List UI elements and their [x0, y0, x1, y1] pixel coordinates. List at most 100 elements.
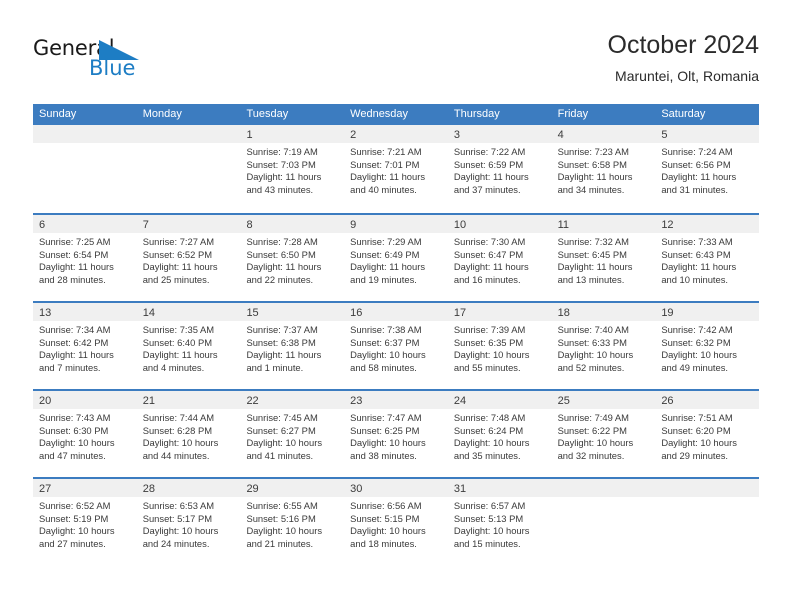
sunset-text: Sunset: 6:38 PM: [246, 336, 316, 348]
weekday-header-row: Sunday Monday Tuesday Wednesday Thursday…: [33, 104, 759, 125]
sunrise-text: Sunrise: 7:33 AM: [661, 236, 733, 247]
day-number-band: 2: [344, 125, 448, 143]
day-details: Sunrise: 6:57 AM Sunset: 5:13 PM Daylight:…: [448, 497, 552, 550]
calendar-day-cell[interactable]: 10 Sunrise: 7:30 AM Sunset: 6:47 PM Dayligh…: [447, 215, 552, 301]
day-number: 12: [661, 219, 674, 231]
calendar-day-cell[interactable]: 31 Sunrise: 6:57 AM Sunset: 5:13 PM Dayligh…: [447, 479, 552, 565]
sunrise-text: Sunrise: 7:49 AM: [557, 412, 629, 423]
daylight-text: Daylight: 10 hours and 24 minutes.: [142, 525, 219, 549]
title-block: October 2024 Maruntei, Olt, Romania: [608, 30, 760, 86]
sunrise-text: Sunrise: 6:52 AM: [39, 500, 111, 511]
calendar-day-cell[interactable]: 11 Sunrise: 7:32 AM Sunset: 6:45 PM Dayligh…: [551, 215, 656, 301]
sunrise-text: Sunrise: 7:23 AM: [557, 146, 629, 157]
calendar-day-cell-empty: [551, 479, 656, 565]
day-number-band: 3: [447, 125, 552, 143]
calendar-day-cell[interactable]: 28 Sunrise: 6:53 AM Sunset: 5:17 PM Dayligh…: [136, 479, 241, 565]
sunset-text: Sunset: 6:33 PM: [557, 336, 627, 348]
day-number-band: 21: [136, 391, 241, 409]
general-blue-logo[interactable]: General Blue: [33, 36, 183, 94]
sunrise-text: Sunrise: 6:55 AM: [246, 500, 318, 511]
calendar-day-cell[interactable]: 9 Sunrise: 7:29 AM Sunset: 6:49 PM Daylight…: [344, 215, 448, 301]
day-number: 15: [246, 307, 259, 319]
calendar-day-cell[interactable]: 7 Sunrise: 7:27 AM Sunset: 6:52 PM Daylight…: [136, 215, 241, 301]
day-number: 3: [453, 129, 460, 141]
daylight-text: Daylight: 10 hours and 15 minutes.: [453, 525, 530, 549]
sunrise-text: Sunrise: 7:42 AM: [661, 324, 733, 335]
calendar-day-cell[interactable]: 26 Sunrise: 7:51 AM Sunset: 6:20 PM Dayligh…: [655, 391, 760, 477]
calendar-day-cell[interactable]: 30 Sunrise: 6:56 AM Sunset: 5:15 PM Dayligh…: [344, 479, 448, 565]
sunset-text: Sunset: 6:32 PM: [661, 336, 731, 348]
calendar-day-cell[interactable]: 25 Sunrise: 7:49 AM Sunset: 6:22 PM Dayligh…: [551, 391, 656, 477]
calendar-day-cell[interactable]: 23 Sunrise: 7:47 AM Sunset: 6:25 PM Dayligh…: [344, 391, 448, 477]
calendar-day-cell[interactable]: 22 Sunrise: 7:45 AM Sunset: 6:27 PM Dayligh…: [240, 391, 345, 477]
sunrise-text: Sunrise: 7:43 AM: [39, 412, 111, 423]
weekday-wednesday: Wednesday: [350, 108, 409, 120]
calendar-day-cell[interactable]: 6 Sunrise: 7:25 AM Sunset: 6:54 PM Daylight…: [33, 215, 137, 301]
calendar-day-cell[interactable]: 17 Sunrise: 7:39 AM Sunset: 6:35 PM Dayligh…: [447, 303, 552, 389]
calendar-day-cell[interactable]: 15 Sunrise: 7:37 AM Sunset: 6:38 PM Dayligh…: [240, 303, 345, 389]
calendar-day-cell[interactable]: 20 Sunrise: 7:43 AM Sunset: 6:30 PM Dayligh…: [33, 391, 137, 477]
sunrise-text: Sunrise: 7:37 AM: [246, 324, 318, 335]
day-number-band: 22: [240, 391, 345, 409]
calendar-day-cell[interactable]: 16 Sunrise: 7:38 AM Sunset: 6:37 PM Dayligh…: [344, 303, 448, 389]
sunrise-text: Sunrise: 7:19 AM: [246, 146, 318, 157]
day-number-band: 9: [344, 215, 448, 233]
calendar-day-cell-empty: [136, 125, 241, 213]
sunset-text: Sunset: 6:45 PM: [557, 248, 627, 260]
day-details: Sunrise: 7:39 AM Sunset: 6:35 PM Daylight:…: [448, 321, 552, 374]
daylight-text: Daylight: 10 hours and 21 minutes.: [246, 525, 323, 549]
day-number-band: 23: [344, 391, 448, 409]
calendar-day-cell[interactable]: 18 Sunrise: 7:40 AM Sunset: 6:33 PM Dayligh…: [551, 303, 656, 389]
day-details: Sunrise: 7:37 AM Sunset: 6:38 PM Daylight:…: [240, 321, 344, 374]
calendar-day-cell[interactable]: 8 Sunrise: 7:28 AM Sunset: 6:50 PM Daylight…: [240, 215, 345, 301]
day-details: Sunrise: 6:56 AM Sunset: 5:15 PM Daylight:…: [344, 497, 448, 550]
day-details: Sunrise: 7:24 AM Sunset: 6:56 PM Daylight:…: [655, 143, 759, 196]
calendar-day-cell[interactable]: 12 Sunrise: 7:33 AM Sunset: 6:43 PM Dayligh…: [655, 215, 760, 301]
day-number-band: 26: [655, 391, 760, 409]
sunset-text: Sunset: 6:50 PM: [246, 248, 316, 260]
day-number-band: 12: [655, 215, 760, 233]
day-number: 14: [142, 307, 155, 319]
sunset-text: Sunset: 7:03 PM: [246, 158, 316, 170]
day-details: Sunrise: 7:25 AM Sunset: 6:54 PM Daylight:…: [33, 233, 137, 286]
day-details: Sunrise: 7:22 AM Sunset: 6:59 PM Daylight:…: [448, 143, 552, 196]
day-details: Sunrise: 7:45 AM Sunset: 6:27 PM Daylight:…: [240, 409, 344, 462]
sunset-text: Sunset: 6:47 PM: [453, 248, 524, 260]
day-details: Sunrise: 7:30 AM Sunset: 6:47 PM Daylight:…: [448, 233, 552, 286]
daylight-text: Daylight: 10 hours and 35 minutes.: [453, 437, 530, 461]
sunrise-text: Sunrise: 7:47 AM: [350, 412, 422, 423]
calendar-day-cell[interactable]: 2 Sunrise: 7:21 AM Sunset: 7:01 PM Daylight…: [344, 125, 448, 213]
sunset-text: Sunset: 6:28 PM: [142, 424, 213, 436]
day-number-band: 31: [447, 479, 552, 497]
calendar-day-cell[interactable]: 19 Sunrise: 7:42 AM Sunset: 6:32 PM Dayligh…: [655, 303, 760, 389]
daylight-text: Daylight: 11 hours and 28 minutes.: [39, 261, 114, 285]
calendar-day-cell[interactable]: 13 Sunrise: 7:34 AM Sunset: 6:42 PM Dayligh…: [33, 303, 137, 389]
calendar-day-cell[interactable]: 5 Sunrise: 7:24 AM Sunset: 6:56 PM Daylight…: [655, 125, 760, 213]
day-number-band: 6: [33, 215, 137, 233]
calendar-day-cell[interactable]: 29 Sunrise: 6:55 AM Sunset: 5:16 PM Dayligh…: [240, 479, 345, 565]
day-number-band: 7: [136, 215, 241, 233]
weekday-saturday: Saturday: [661, 108, 706, 120]
sunset-text: Sunset: 6:49 PM: [350, 248, 420, 260]
day-details: Sunrise: 7:27 AM Sunset: 6:52 PM Daylight:…: [137, 233, 241, 286]
sunset-text: Sunset: 5:19 PM: [39, 512, 109, 524]
calendar-day-cell[interactable]: 27 Sunrise: 6:52 AM Sunset: 5:19 PM Dayligh…: [33, 479, 137, 565]
calendar-day-cell[interactable]: 21 Sunrise: 7:44 AM Sunset: 6:28 PM Dayligh…: [136, 391, 241, 477]
day-details: Sunrise: 6:52 AM Sunset: 5:19 PM Daylight:…: [33, 497, 137, 550]
calendar-day-cell[interactable]: 1 Sunrise: 7:19 AM Sunset: 7:03 PM Daylight…: [240, 125, 345, 213]
calendar-day-cell[interactable]: 4 Sunrise: 7:23 AM Sunset: 6:58 PM Daylight…: [551, 125, 656, 213]
day-number-band: 29: [240, 479, 345, 497]
day-number: 16: [350, 307, 363, 319]
day-details: Sunrise: 6:55 AM Sunset: 5:16 PM Daylight:…: [240, 497, 344, 550]
calendar-day-cell[interactable]: 14 Sunrise: 7:35 AM Sunset: 6:40 PM Dayligh…: [136, 303, 241, 389]
sunset-text: Sunset: 6:37 PM: [350, 336, 420, 348]
day-number-band: 17: [447, 303, 552, 321]
sunset-text: Sunset: 6:20 PM: [661, 424, 731, 436]
day-number-band: 27: [33, 479, 137, 497]
calendar-day-cell[interactable]: 3 Sunrise: 7:22 AM Sunset: 6:59 PM Daylight…: [447, 125, 552, 213]
day-details: Sunrise: 7:47 AM Sunset: 6:25 PM Daylight:…: [344, 409, 448, 462]
calendar-day-cell[interactable]: 24 Sunrise: 7:48 AM Sunset: 6:24 PM Dayligh…: [447, 391, 552, 477]
day-number-band: 15: [240, 303, 345, 321]
day-number-band: 8: [240, 215, 345, 233]
day-number-band: 19: [655, 303, 760, 321]
